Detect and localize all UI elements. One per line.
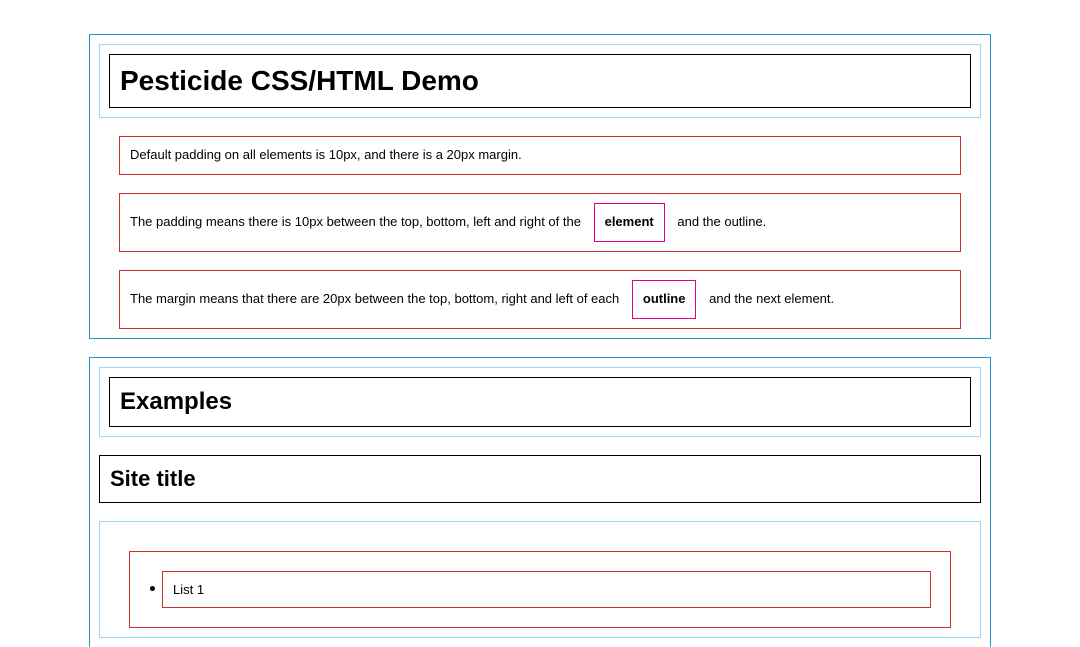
p3-text-a: The margin means that there are 20px bet… — [130, 291, 619, 306]
element-strong: element — [595, 204, 664, 241]
list-outer: List 1 — [130, 552, 950, 627]
examples-section: Examples Site title List 1 — [90, 358, 990, 647]
examples-heading: Examples — [110, 378, 970, 426]
intro-header-box: Pesticide CSS/HTML Demo — [100, 45, 980, 117]
bullet-icon — [150, 586, 155, 591]
outline-strong: outline — [633, 281, 696, 318]
page-title: Pesticide CSS/HTML Demo — [110, 55, 970, 107]
list-item-1: List 1 — [163, 572, 930, 607]
site-title-heading: Site title — [100, 456, 980, 502]
intro-paragraph-3: The margin means that there are 20px bet… — [120, 271, 960, 328]
list-row-1: List 1 — [150, 572, 930, 607]
intro-section: Pesticide CSS/HTML Demo Default padding … — [90, 35, 990, 338]
p2-text-a: The padding means there is 10px between … — [130, 214, 581, 229]
intro-paragraph-1: Default padding on all elements is 10px,… — [120, 137, 960, 174]
examples-header-box: Examples — [100, 368, 980, 436]
nav-box: List 1 — [100, 522, 980, 637]
intro-paragraph-2: The padding means there is 10px between … — [120, 194, 960, 251]
p3-text-b: and the next element. — [709, 291, 834, 306]
p2-text-b: and the outline. — [677, 214, 766, 229]
